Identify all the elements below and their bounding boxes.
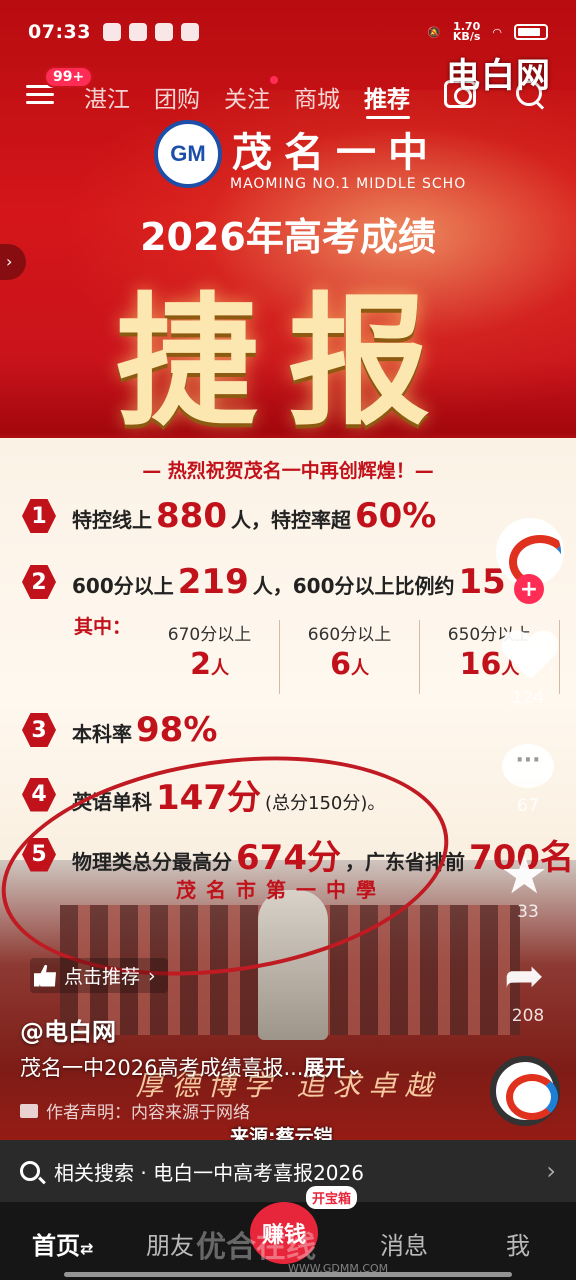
expand-button[interactable]: 展开 — [303, 1056, 345, 1080]
active-tab-indicator — [366, 116, 410, 119]
tab-mall[interactable]: 商城 — [294, 80, 340, 114]
school-name-en: MAOMING NO.1 MIDDLE SCHO — [230, 176, 467, 192]
author-name[interactable]: @电白网 — [20, 1012, 116, 1047]
school-name: 茂名一中 — [232, 129, 440, 176]
search-icon — [20, 1161, 40, 1181]
video-description: 茂名一中2026高考成绩喜报...展开⌄ — [20, 1056, 364, 1080]
gate-inscription: 茂名市第一中學 — [176, 878, 386, 902]
nav-messages[interactable]: 消息 — [380, 1226, 428, 1261]
battery-icon — [514, 24, 548, 40]
treasure-badge[interactable]: 开宝箱 — [306, 1186, 358, 1209]
result-item: 1 特控线上 880 人，特控率超 60% — [22, 496, 440, 536]
comment-icon[interactable] — [502, 744, 554, 788]
wifi-icon: ◠ — [492, 25, 502, 39]
favorite-count: 33 — [517, 902, 539, 922]
author-declaration: 作者声明：内容来源于网络 — [20, 1098, 250, 1123]
tab-group-buy[interactable]: 团购 — [154, 80, 200, 114]
net-speed: 1.70 KB/s — [452, 20, 481, 43]
like-count: 124 — [511, 688, 545, 708]
music-disc-icon[interactable] — [490, 1056, 560, 1126]
related-search-bar[interactable]: 相关搜索 · 电白一中高考喜报2026 › — [0, 1140, 576, 1202]
congrats-line: — 热烈祝贺茂名一中再创辉煌！— — [142, 460, 434, 482]
status-time: 07:33 — [28, 21, 91, 43]
share-count: 208 — [511, 1006, 545, 1026]
tab-local[interactable]: 湛江 — [84, 80, 130, 114]
big-title: 捷报 — [116, 279, 460, 445]
sub-label: 其中： — [74, 616, 132, 638]
chevron-right-icon: › — [148, 964, 156, 987]
tab-following[interactable]: 关注 — [224, 76, 278, 114]
watermark-bottom: 优合在线 — [196, 1230, 316, 1265]
result-item: 2 600分以上 219 人，600分以上比例约 15 — [22, 562, 510, 602]
share-icon[interactable]: ➦ — [504, 952, 544, 1000]
tab-recommend[interactable]: 推荐 — [364, 80, 410, 114]
school-logo: GM — [154, 120, 222, 188]
watermark-logo: 电白网 — [446, 56, 551, 96]
like-icon[interactable] — [502, 632, 558, 682]
recommend-button[interactable]: 点击推荐 › — [30, 958, 168, 993]
megaphone-icon — [20, 1103, 38, 1118]
chevron-right-icon: › — [546, 1157, 556, 1185]
home-indicator — [64, 1272, 512, 1277]
chevron-down-icon: ⌄ — [345, 1056, 364, 1080]
result-item: 3 本科率 98% — [22, 710, 221, 750]
comment-count: 67 — [517, 796, 539, 816]
notification-icons — [102, 23, 199, 41]
nav-friends[interactable]: 朋友 — [146, 1226, 194, 1261]
nav-home[interactable]: 首页⇄ — [32, 1226, 93, 1261]
follow-button[interactable]: + — [514, 574, 544, 604]
mute-icon: 🔕 — [427, 25, 441, 39]
nav-me[interactable]: 我 — [506, 1226, 530, 1261]
favorite-icon[interactable]: ★ — [500, 848, 548, 902]
thumbs-up-icon — [34, 964, 56, 987]
